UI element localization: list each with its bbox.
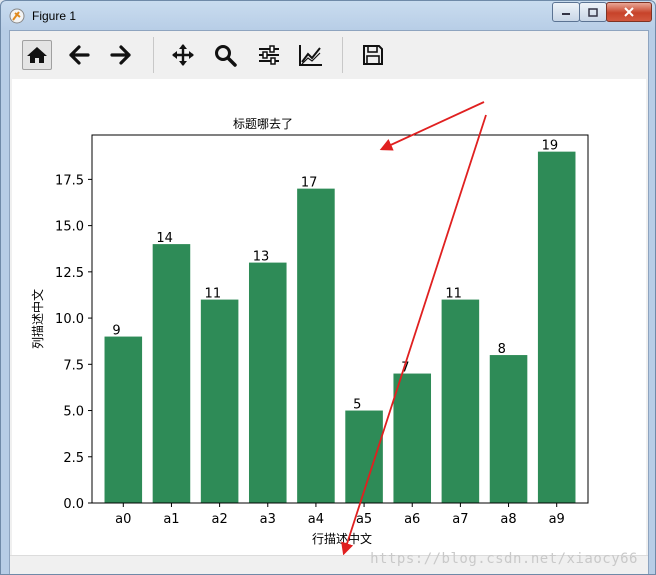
bar-value-label: 11 [445,287,462,302]
x-tick-label: a9 [549,512,565,527]
figure-client: 9 a0 14 a1 11 a2 13 a3 17 a4 5 a5 7 a6 11 a7 8 a8 19 a9 0.0 2… [9,30,649,574]
subplots-button[interactable] [254,40,284,70]
edit-axis-button[interactable] [296,40,326,70]
figure-canvas[interactable]: 9 a0 14 a1 11 a2 13 a3 17 a4 5 a5 7 a6 11 a7 8 a8 19 a9 0.0 2… [12,79,646,556]
arrow-right-icon [110,45,131,65]
x-tick-label: a8 [500,512,516,527]
close-icon [624,7,634,17]
x-tick-label: a7 [452,512,468,527]
bar-value-label: 5 [353,398,361,413]
x-axis-label: 行描述中文 [312,531,372,546]
annotation-arrow [379,101,485,151]
x-tick-label: a2 [211,512,227,527]
y-tick-label: 7.5 [63,358,84,373]
y-axis-label: 列描述中文 [30,289,45,349]
back-button[interactable] [64,40,94,70]
bar-a8 [489,355,528,503]
figure-window: Figure 1 9 a0 14 a1 11 a2 13 a3 17 a4 5 … [0,0,656,575]
bar-a2 [200,299,239,503]
forward-button[interactable] [106,40,136,70]
bar-value-label: 17 [301,176,318,191]
maximize-icon [588,7,598,17]
zoom-button[interactable] [210,40,240,70]
magnifier-icon [215,45,237,67]
y-tick-label: 15.0 [55,220,84,235]
home-button[interactable] [22,40,52,70]
close-button[interactable] [606,2,652,22]
bar-value-label: 11 [205,287,222,302]
y-tick-label: 10.0 [55,312,84,327]
line-chart-icon [299,45,322,66]
y-tick-label: 0.0 [63,497,84,512]
bar-a4 [297,188,335,503]
x-tick-label: a6 [404,512,420,527]
save-button[interactable] [358,40,388,70]
y-tick-label: 2.5 [63,451,84,466]
move-icon [172,44,194,66]
x-tick-label: a4 [308,512,324,527]
y-tick-label: 12.5 [55,266,84,281]
arrow-left-icon [69,45,90,65]
y-tick-label: 17.5 [55,173,84,188]
window-title: Figure 1 [32,9,77,23]
bar-a9 [537,151,576,503]
bar-a7 [441,299,480,503]
bar-value-label: 9 [112,324,120,339]
bar-value-label: 14 [156,231,173,246]
home-icon [27,47,47,63]
bar-a6 [393,373,432,503]
bar-chart: 9a014a111a213a317a45a57a611a78a819a90.02… [30,101,589,556]
floppy-disk-icon [363,45,383,65]
app-icon [9,8,25,24]
sliders-icon [259,45,279,65]
x-tick-label: a0 [115,512,131,527]
minimize-icon [562,13,570,15]
x-tick-label: a5 [356,512,372,527]
y-tick-label: 5.0 [63,405,84,420]
bar-value-label: 8 [498,342,506,357]
bar-value-label: 19 [542,139,559,154]
watermark: https://blog.csdn.net/xiaocy66 [370,551,638,567]
x-tick-label: a1 [163,512,179,527]
toolbar-separator [342,37,343,73]
bar-a0 [104,336,143,503]
title-bar: Figure 1 [1,1,655,31]
pan-button[interactable] [168,40,198,70]
toolbar-separator [153,37,154,73]
chart-title: 标题哪去了 [233,117,293,131]
bar-a3 [248,262,287,503]
bar-a1 [152,244,191,503]
x-tick-label: a3 [260,512,276,527]
maximize-button[interactable] [579,2,607,22]
navigation-toolbar [10,31,648,79]
bar-value-label: 13 [253,250,270,265]
minimize-button[interactable] [552,2,580,22]
